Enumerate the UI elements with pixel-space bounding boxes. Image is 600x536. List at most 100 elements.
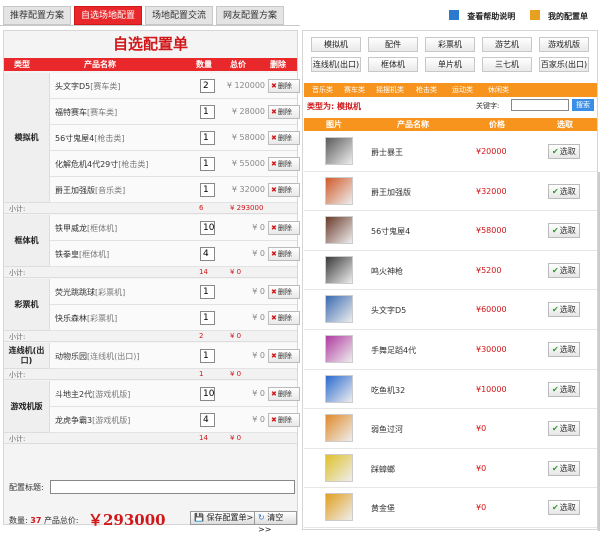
quantity-input[interactable]: 10 bbox=[200, 387, 215, 401]
pick-button[interactable]: ✔选取 bbox=[548, 302, 580, 318]
delete-button[interactable]: ✖删除 bbox=[268, 221, 300, 235]
config-title: 自选配置单 bbox=[112, 35, 188, 53]
product-image bbox=[325, 255, 353, 284]
category-button[interactable]: 单片机 bbox=[425, 57, 475, 72]
save-config-button[interactable]: 💾 保存配置单>> bbox=[190, 511, 264, 525]
config-row: 化解危机4代29寸[枪击类] 1 ¥ 55000 ✖删除 bbox=[50, 151, 300, 177]
subtotal-amount: ¥ 0 bbox=[230, 434, 242, 442]
product-tag: [游戏机版] bbox=[92, 416, 131, 425]
pick-button[interactable]: ✔选取 bbox=[548, 223, 580, 239]
quantity-input[interactable]: 1 bbox=[200, 105, 215, 119]
product-name: 铁甲威龙[框体机] bbox=[55, 223, 117, 234]
product-image bbox=[325, 295, 353, 324]
category-button[interactable]: 连线机(出口) bbox=[311, 57, 361, 72]
pick-button[interactable]: ✔选取 bbox=[548, 144, 580, 159]
product-name: 斗地主2代[游戏机版] bbox=[55, 389, 130, 400]
tab-user-configs[interactable]: 网友配置方案 bbox=[216, 6, 285, 25]
product-name-text: 快乐森林 bbox=[55, 314, 87, 323]
delete-icon: ✖ bbox=[271, 416, 277, 424]
delete-label: 删除 bbox=[277, 288, 292, 296]
subtotal-label: 小计: bbox=[9, 371, 26, 379]
delete-label: 删除 bbox=[277, 160, 292, 168]
keyword-input[interactable] bbox=[511, 99, 569, 111]
search-button[interactable]: 搜索 bbox=[572, 99, 594, 111]
help-link[interactable]: 查看帮助说明 bbox=[443, 10, 518, 21]
pick-button[interactable]: ✔选取 bbox=[548, 262, 580, 278]
product-image bbox=[325, 493, 353, 522]
subtotal-row: 小计: 14 ¥ 0 bbox=[4, 267, 297, 278]
delete-button[interactable]: ✖删除 bbox=[268, 413, 300, 427]
delete-button[interactable]: ✖删除 bbox=[268, 157, 300, 171]
delete-button[interactable]: ✖删除 bbox=[268, 247, 300, 261]
delete-button[interactable]: ✖删除 bbox=[268, 285, 300, 299]
config-row: 56寸鬼屋4[枪击类] 1 ¥ 58000 ✖删除 bbox=[50, 125, 300, 151]
product-header-row: 图片 产品名称 价格 选取 bbox=[304, 118, 597, 131]
product-name: 爵王加强版 bbox=[371, 187, 411, 197]
delete-button[interactable]: ✖删除 bbox=[268, 105, 300, 119]
quantity-input[interactable]: 4 bbox=[200, 247, 215, 261]
quantity-input[interactable]: 1 bbox=[200, 349, 215, 363]
tab-recommended[interactable]: 推荐配置方案 bbox=[3, 6, 72, 25]
subcategory-tab[interactable]: 休闲类 bbox=[488, 85, 509, 95]
config-group: 游戏机版 斗地主2代[游戏机版] 10 ¥ 0 ✖删除 龙虎争霸3[游戏机版] 4 ¥ 0 ✖删… bbox=[4, 381, 300, 433]
delete-icon: ✖ bbox=[271, 108, 277, 116]
quantity-input[interactable]: 10 bbox=[200, 221, 215, 235]
quantity-input[interactable]: 1 bbox=[200, 285, 215, 299]
quantity-input[interactable]: 1 bbox=[200, 311, 215, 325]
pick-button[interactable]: ✔选取 bbox=[548, 421, 580, 437]
subcategory-tab[interactable]: 运动类 bbox=[452, 85, 473, 95]
subcategory-tab[interactable]: 音乐类 bbox=[312, 85, 333, 95]
subcategory-tab[interactable]: 赛车类 bbox=[344, 85, 365, 95]
config-title-input[interactable] bbox=[50, 480, 295, 494]
delete-button[interactable]: ✖删除 bbox=[268, 79, 300, 93]
delete-button[interactable]: ✖删除 bbox=[268, 183, 300, 197]
delete-button[interactable]: ✖删除 bbox=[268, 131, 300, 145]
check-icon: ✔ bbox=[552, 147, 559, 156]
product-name: 鸣火神枪 bbox=[371, 266, 403, 276]
quantity-input[interactable]: 1 bbox=[200, 157, 215, 171]
group-category: 框体机 bbox=[4, 215, 50, 266]
config-header-row: 类型 产品名称 数量 总价 删除 bbox=[4, 58, 297, 71]
subtotal-count: 14 bbox=[199, 434, 208, 442]
delete-icon: ✖ bbox=[271, 390, 277, 398]
clear-button[interactable]: ↻ 清空>> bbox=[254, 511, 297, 534]
quantity-input[interactable]: 1 bbox=[200, 183, 215, 197]
delete-icon: ✖ bbox=[271, 82, 277, 90]
subcategory-tab[interactable]: 摇摆机类 bbox=[376, 85, 404, 95]
quantity-input[interactable]: 2 bbox=[200, 79, 215, 93]
header-product-name: 产品名称 bbox=[397, 120, 429, 129]
delete-button[interactable]: ✖删除 bbox=[268, 387, 300, 401]
delete-button[interactable]: ✖删除 bbox=[268, 349, 300, 363]
pick-button[interactable]: ✔选取 bbox=[548, 342, 580, 357]
category-button[interactable]: 游戏机版 bbox=[539, 37, 589, 52]
config-row: 福特赛车[赛车类] 1 ¥ 28000 ✖删除 bbox=[50, 99, 300, 125]
quantity-input[interactable]: 1 bbox=[200, 131, 215, 145]
pick-button[interactable]: ✔选取 bbox=[548, 460, 580, 476]
header-qty: 数量 bbox=[196, 60, 212, 69]
tab-divider bbox=[0, 25, 300, 26]
my-config-link[interactable]: 我的配置单 bbox=[524, 10, 588, 21]
product-tag: [游戏机版] bbox=[92, 390, 131, 399]
category-button[interactable]: 彩票机 bbox=[425, 37, 475, 52]
category-button[interactable]: 模拟机 bbox=[311, 37, 361, 52]
pick-label: 选取 bbox=[559, 384, 576, 394]
product-price: ¥10000 bbox=[476, 384, 507, 394]
product-image bbox=[325, 216, 353, 245]
subcategory-tab[interactable]: 枪击类 bbox=[416, 85, 437, 95]
category-button[interactable]: 配件 bbox=[368, 37, 418, 52]
product-price: ¥5200 bbox=[476, 265, 502, 275]
pick-button[interactable]: ✔选取 bbox=[548, 500, 580, 516]
category-button[interactable]: 框体机 bbox=[368, 57, 418, 72]
row-price: ¥ 0 bbox=[252, 249, 265, 258]
header-total: 总价 bbox=[230, 60, 246, 69]
product-name: 铁拳皇[框体机] bbox=[55, 249, 109, 260]
tab-custom-config[interactable]: 自选场地配置 bbox=[74, 6, 143, 25]
quantity-input[interactable]: 4 bbox=[200, 413, 215, 427]
pick-button[interactable]: ✔选取 bbox=[548, 183, 580, 199]
category-button[interactable]: 百家乐(出口) bbox=[539, 57, 589, 72]
tab-exchange[interactable]: 场地配置交流 bbox=[145, 6, 214, 25]
pick-button[interactable]: ✔选取 bbox=[548, 381, 580, 397]
delete-button[interactable]: ✖删除 bbox=[268, 311, 300, 325]
category-button[interactable]: 游艺机 bbox=[482, 37, 532, 52]
category-button[interactable]: 三七机 bbox=[482, 57, 532, 72]
